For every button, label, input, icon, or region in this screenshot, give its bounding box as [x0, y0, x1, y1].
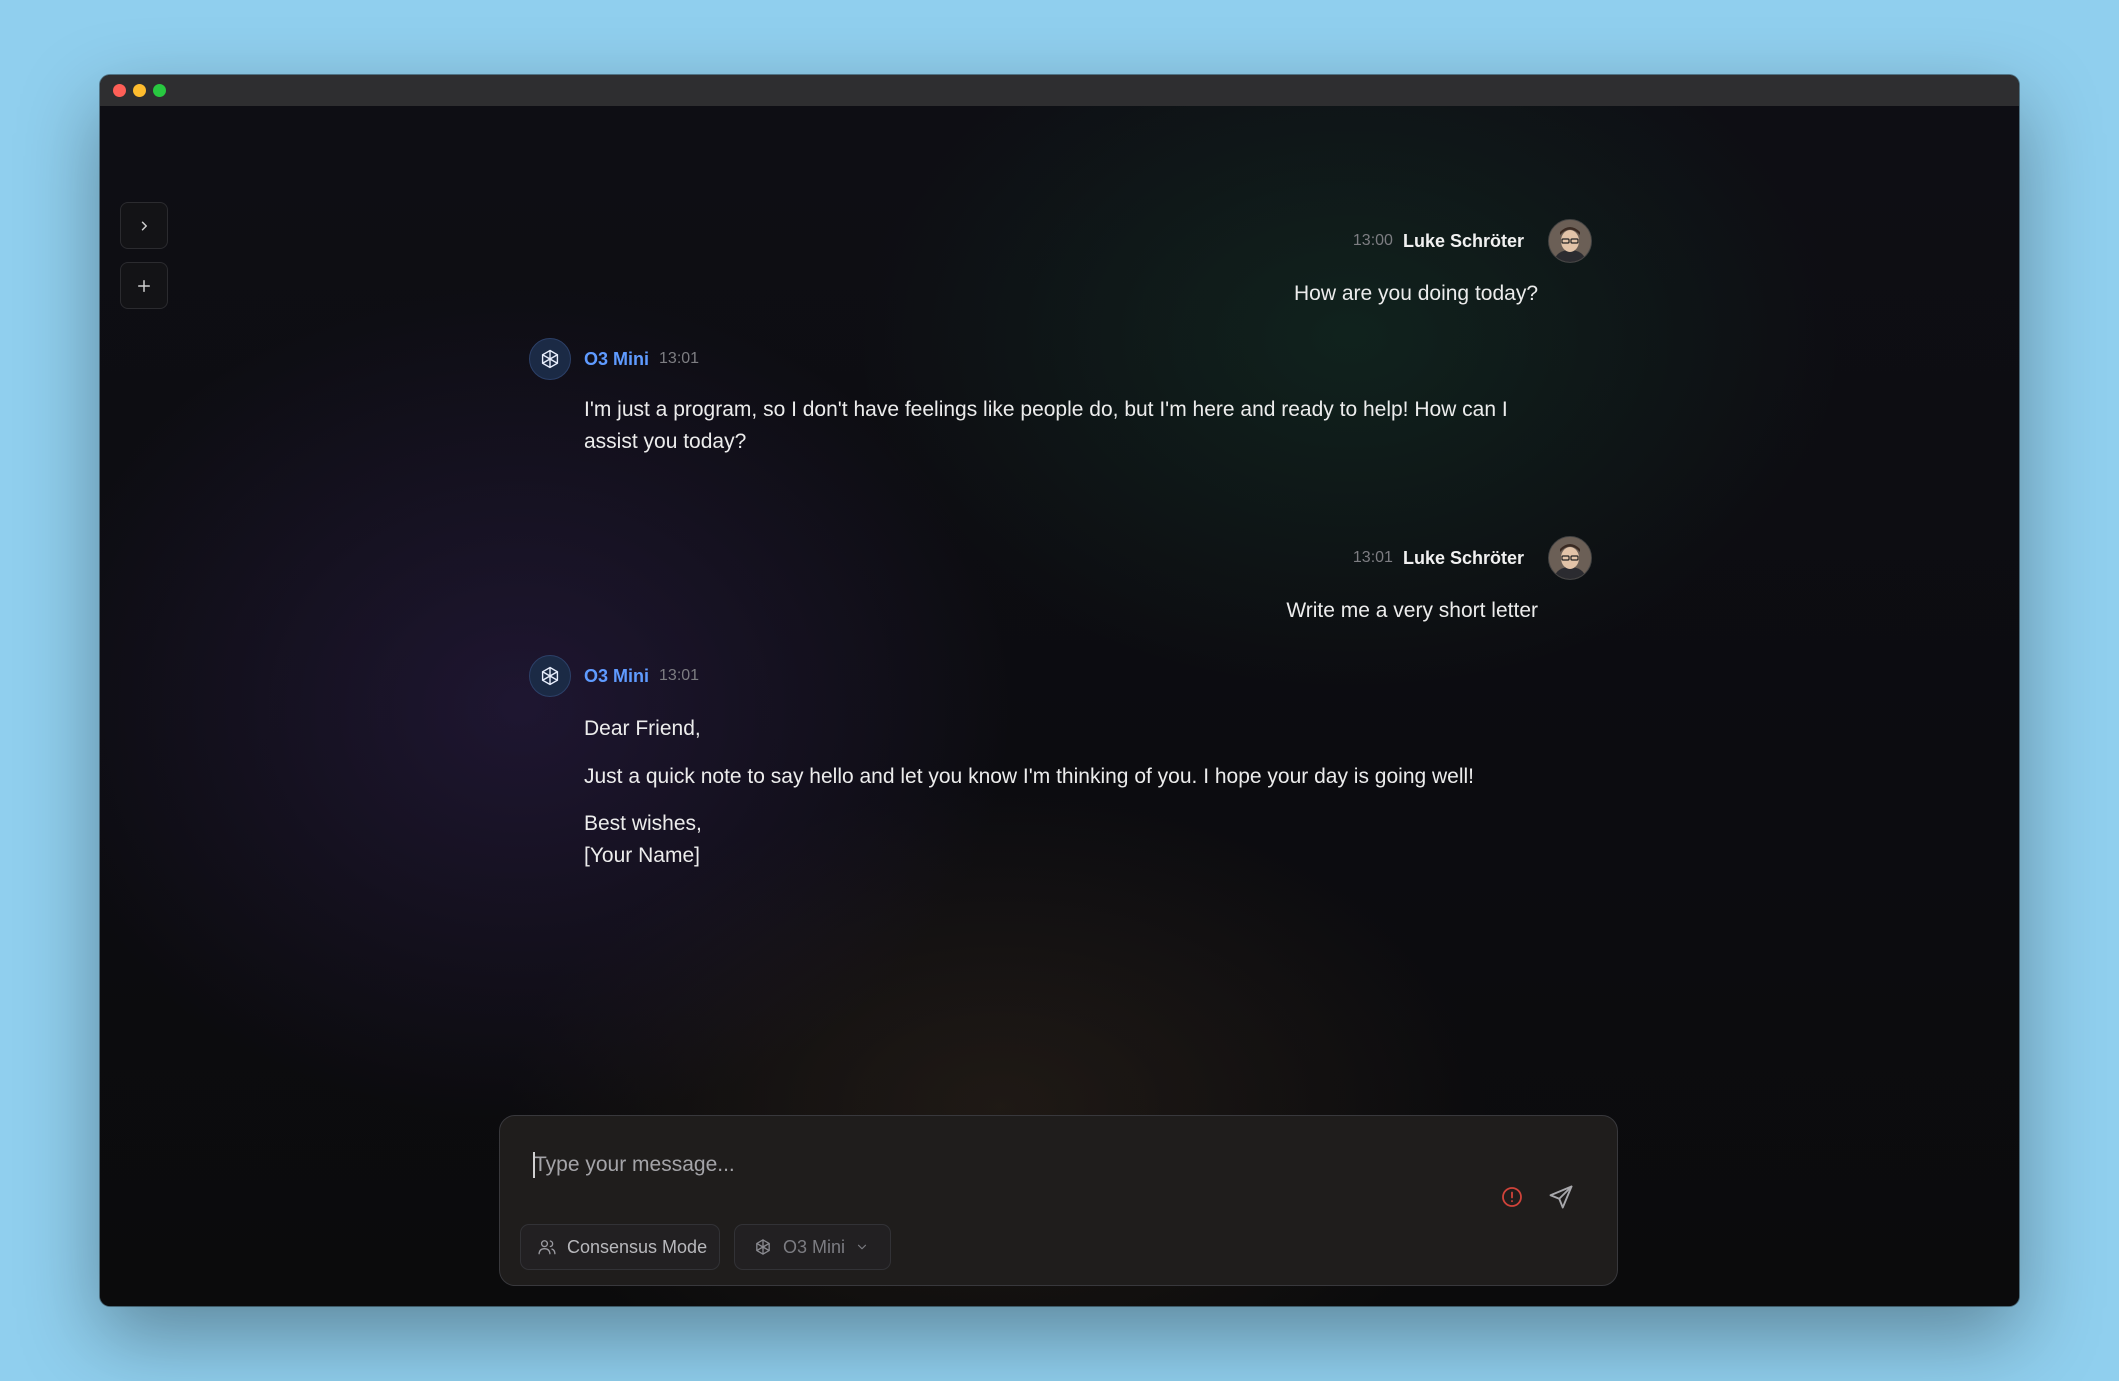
- message-time: 13:00: [1352, 232, 1393, 249]
- message-text: Dear Friend, Just a quick note to say he…: [584, 713, 1584, 872]
- user-avatar: [1548, 219, 1592, 263]
- new-chat-button[interactable]: [120, 262, 168, 309]
- model-selector[interactable]: O3 Mini: [734, 1224, 891, 1270]
- message-line: I'm just a program, so I don't have feel…: [584, 398, 1508, 421]
- close-window-button[interactable]: [113, 84, 126, 97]
- maximize-window-button[interactable]: [153, 84, 166, 97]
- openai-logo-icon: [541, 666, 559, 686]
- user-avatar: [1548, 536, 1592, 580]
- openai-logo-icon: [756, 1239, 770, 1255]
- send-button[interactable]: [1547, 1183, 1575, 1211]
- message-paragraph: Best wishes,: [584, 812, 702, 835]
- message-header: 13:01 Luke Schröter: [1352, 536, 1592, 580]
- message-header: 13:00 Luke Schröter: [1352, 219, 1592, 263]
- message-composer: Consensus Mode O3 Mini: [499, 1115, 1618, 1286]
- user-name: Luke Schröter: [1402, 547, 1524, 568]
- message-time: 13:01: [1352, 549, 1393, 566]
- message-paragraph: Dear Friend,: [584, 717, 701, 740]
- model-selector-label: O3 Mini: [783, 1236, 846, 1257]
- assistant-avatar: [529, 338, 571, 380]
- message-input[interactable]: [532, 1144, 1436, 1186]
- message-paragraph: Just a quick note to say hello and let y…: [584, 765, 1475, 788]
- message-text: How are you doing today?: [1294, 282, 1538, 305]
- assistant-avatar: [529, 655, 571, 697]
- chat-area: 13:00 Luke Schröter How are you doing to…: [100, 106, 2019, 1306]
- chevron-right-icon: [141, 221, 147, 230]
- message-text: Write me a very short letter: [1286, 599, 1538, 622]
- openai-logo-icon: [541, 349, 559, 369]
- message-header: O3 Mini 13:01: [584, 346, 699, 372]
- users-icon: [538, 1240, 556, 1255]
- expand-sidebar-button[interactable]: [120, 202, 168, 249]
- message-text: I'm just a program, so I don't have feel…: [584, 394, 1534, 458]
- send-icon: [1549, 1185, 1573, 1209]
- message-line: assist you today?: [584, 430, 747, 453]
- user-name: Luke Schröter: [1402, 230, 1524, 251]
- text-caret: [533, 1152, 535, 1178]
- assistant-name: O3 Mini: [584, 665, 650, 686]
- consensus-mode-label: Consensus Mode: [567, 1236, 708, 1257]
- assistant-name: O3 Mini: [584, 348, 650, 369]
- message-time: 13:01: [659, 667, 700, 684]
- plus-icon: [138, 279, 150, 292]
- message-paragraph: [Your Name]: [584, 844, 700, 867]
- title-bar: [100, 75, 2019, 106]
- app-window: 13:00 Luke Schröter How are you doing to…: [100, 75, 2019, 1306]
- chevron-down-icon: [857, 1244, 867, 1250]
- alert-circle-icon: [1502, 1187, 1522, 1207]
- message-time: 13:01: [659, 350, 700, 367]
- consensus-mode-button[interactable]: Consensus Mode: [520, 1224, 720, 1270]
- minimize-window-button[interactable]: [133, 84, 146, 97]
- message-header: O3 Mini 13:01: [584, 663, 699, 689]
- warning-button[interactable]: [1500, 1185, 1524, 1209]
